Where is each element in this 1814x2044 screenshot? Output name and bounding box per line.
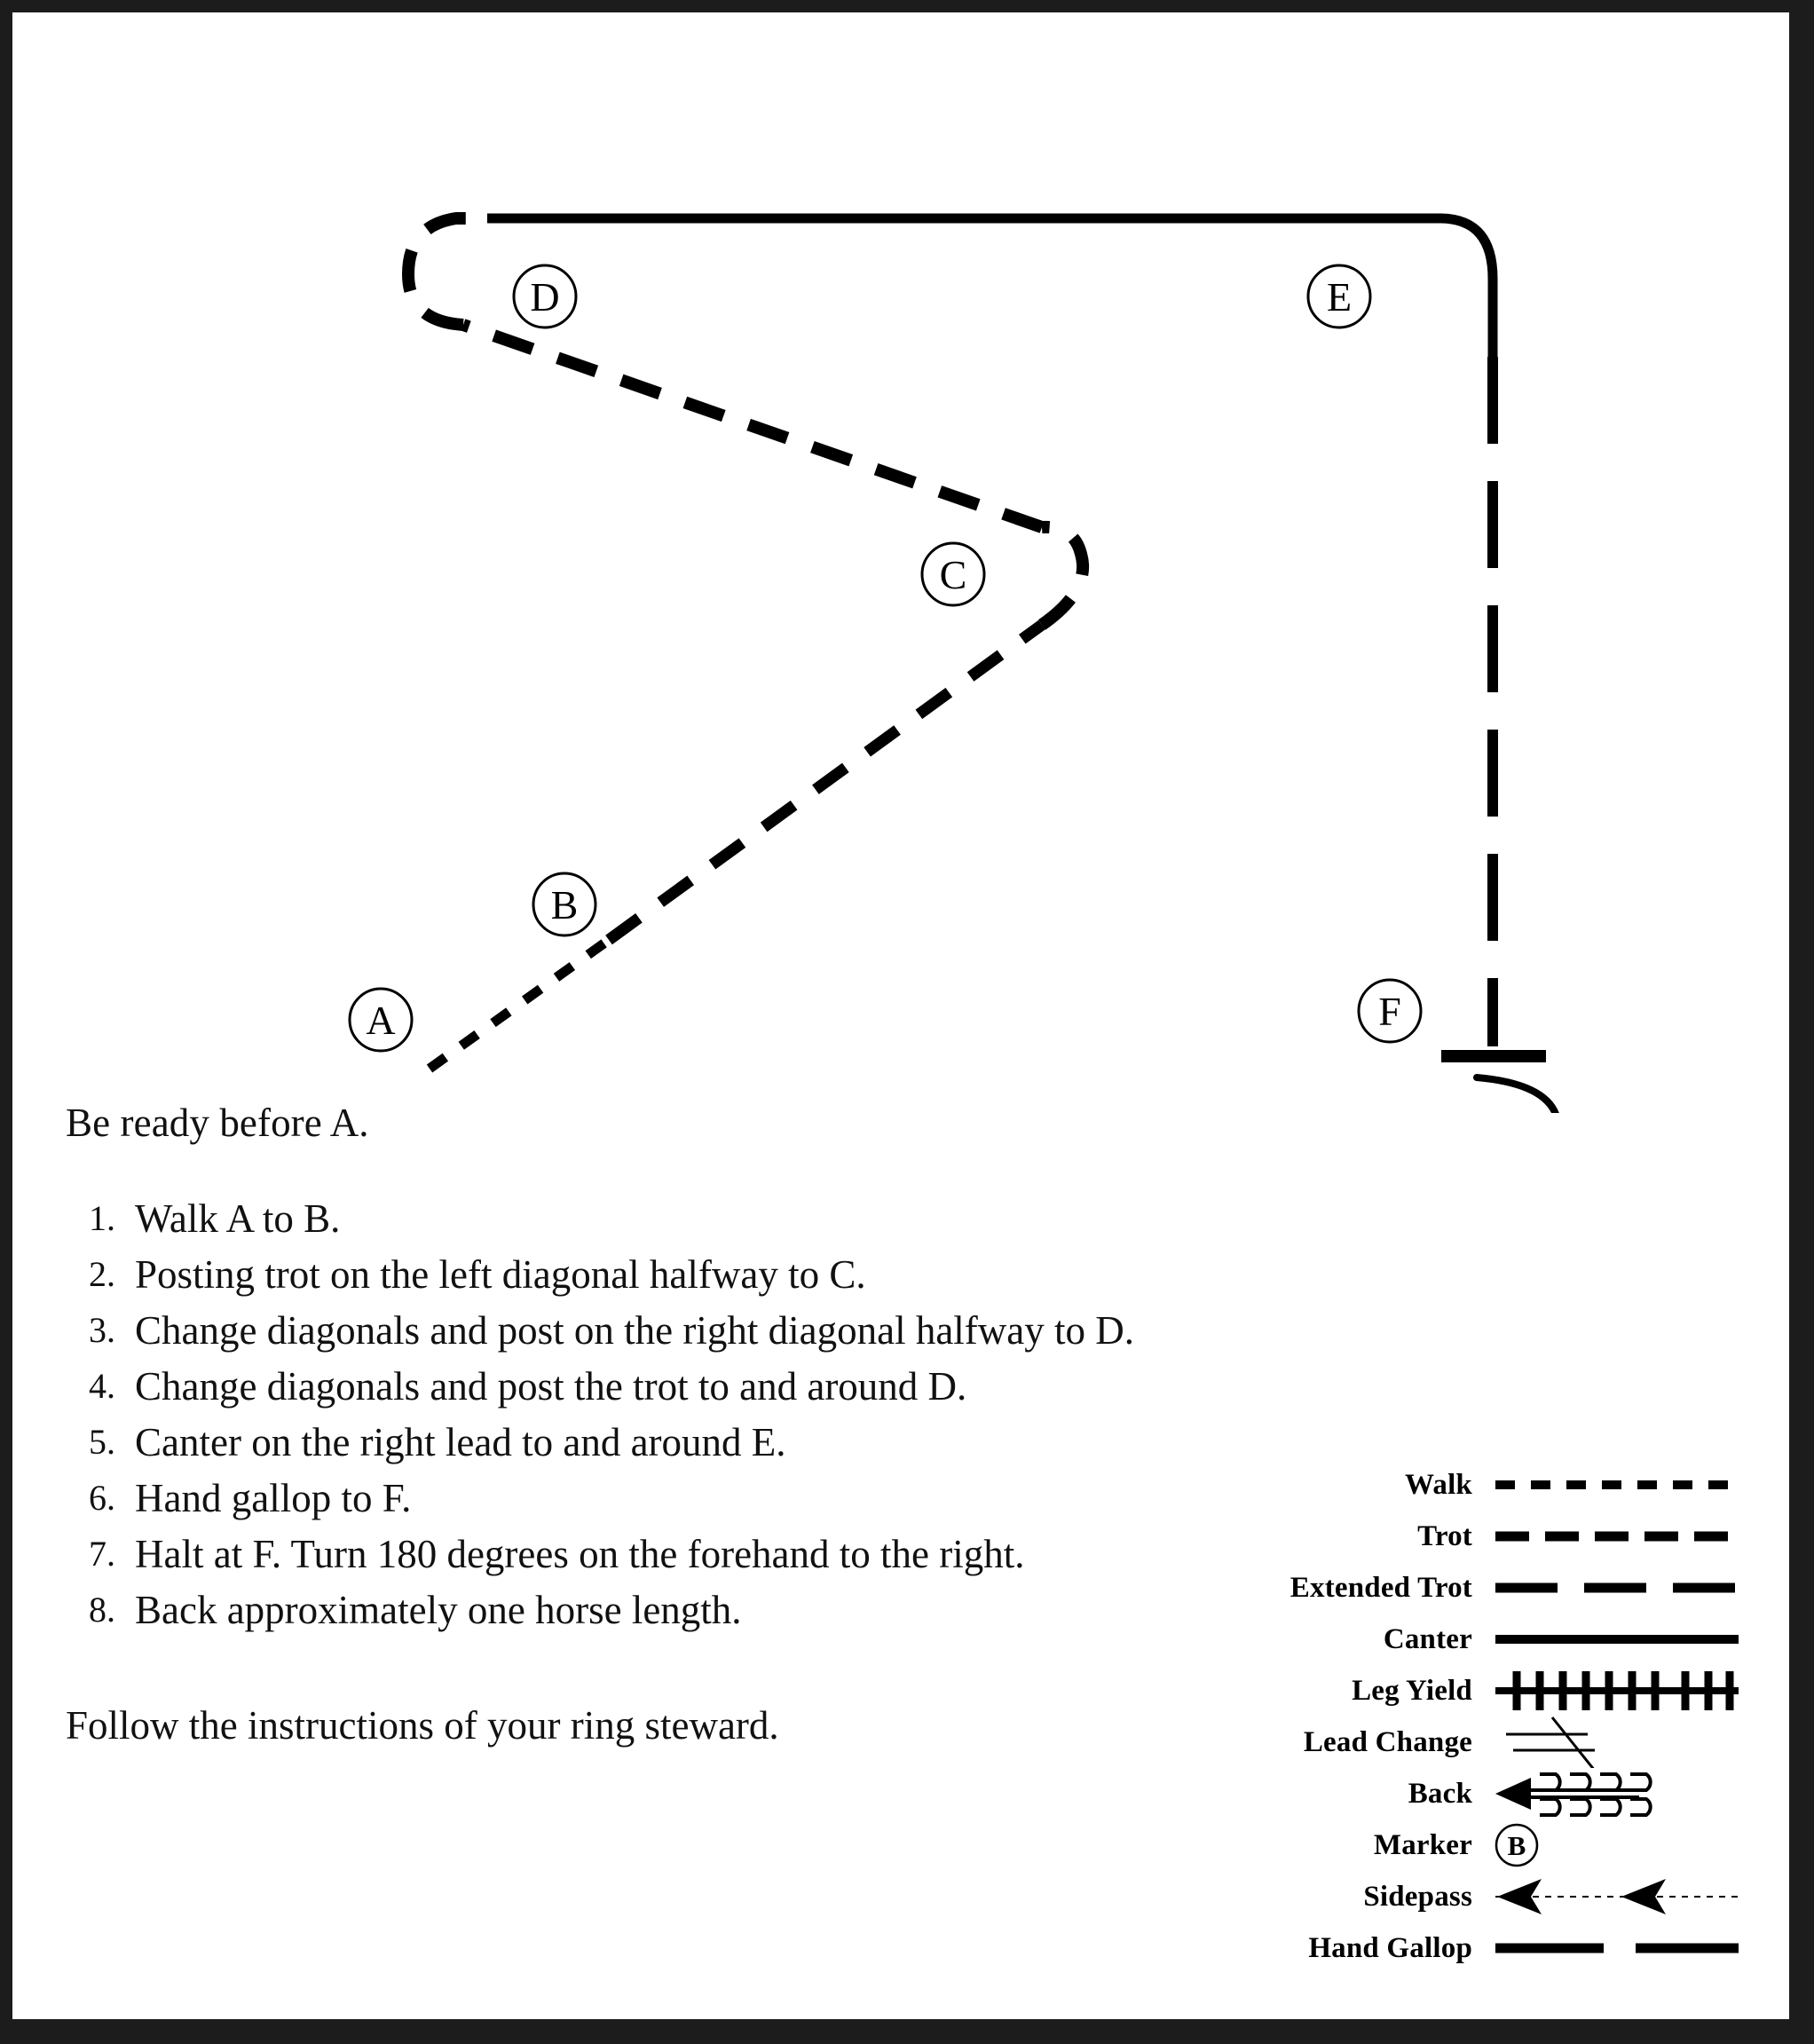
- instructions-block: Be ready before A. 1. Walk A to B. 2. Posti…: [66, 1097, 1148, 1751]
- step-item: 5. Canter on the right lead to and around…: [66, 1415, 1148, 1470]
- marker-f: F: [1357, 978, 1423, 1044]
- step-text: Walk A to B.: [135, 1196, 341, 1241]
- step-item: 8. Back approximately one horse length.: [66, 1582, 1148, 1638]
- marker-label: E: [1327, 274, 1352, 320]
- legend: Walk Trot Extended Trot Canter Leg Yield Lead…: [1237, 1459, 1770, 1974]
- canter-solid-icon: [1488, 1614, 1746, 1665]
- path-segment-trot-down: [461, 319, 1045, 533]
- pattern-diagram: A B C D E F: [12, 12, 1789, 1113]
- step-text: Halt at F. Turn 180 degrees on the foreh…: [135, 1532, 1025, 1576]
- legend-label: Walk: [1404, 1468, 1472, 1501]
- lead-change-slash-icon: [1488, 1716, 1746, 1768]
- step-number: 6.: [89, 1478, 115, 1518]
- legend-label: Extended Trot: [1290, 1571, 1472, 1604]
- legend-row-walk: Walk: [1237, 1459, 1770, 1511]
- step-text: Back approximately one horse length.: [135, 1588, 742, 1632]
- step-item: 2. Posting trot on the left diagonal half…: [66, 1247, 1148, 1302]
- step-item: 7. Halt at F. Turn 180 degrees on the for…: [66, 1527, 1148, 1582]
- marker-label: F: [1378, 989, 1401, 1034]
- path-segment-turn-d: [401, 212, 487, 331]
- path-segment-trot-up: [605, 620, 1045, 945]
- marker-c: C: [920, 541, 986, 607]
- marker-label: B: [551, 882, 579, 927]
- marker-a: A: [348, 987, 414, 1053]
- extended-trot-dash-icon: [1488, 1562, 1746, 1614]
- step-text: Change diagonals and post on the right d…: [135, 1308, 1135, 1353]
- trot-dash-icon: [1488, 1511, 1746, 1562]
- legend-label: Trot: [1417, 1519, 1472, 1552]
- legend-label: Marker: [1373, 1828, 1472, 1861]
- marker-b: B: [532, 872, 597, 937]
- step-text: Canter on the right lead to and around E…: [135, 1420, 786, 1464]
- legend-label: Sidepass: [1363, 1880, 1472, 1913]
- legend-row-back: Back: [1237, 1768, 1770, 1819]
- closing-line: Follow the instructions of your ring ste…: [66, 1703, 779, 1748]
- legend-row-trot: Trot: [1237, 1511, 1770, 1562]
- legend-row-hand-gallop: Hand Gallop: [1237, 1922, 1770, 1974]
- marker-e: E: [1306, 264, 1372, 329]
- step-number: 8.: [89, 1590, 115, 1630]
- sidepass-arrows-icon: [1488, 1871, 1746, 1922]
- legend-row-extended-trot: Extended Trot: [1237, 1562, 1770, 1614]
- step-number: 4.: [89, 1366, 115, 1406]
- legend-label: Hand Gallop: [1308, 1931, 1472, 1964]
- step-number: 2.: [89, 1254, 115, 1294]
- ready-line: Be ready before A.: [66, 1101, 369, 1145]
- legend-label: Canter: [1383, 1622, 1472, 1655]
- step-text: Hand gallop to F.: [135, 1476, 412, 1520]
- step-number: 3.: [89, 1310, 115, 1350]
- step-item: 4. Change diagonals and post the trot to …: [66, 1359, 1148, 1414]
- path-segment-walk: [426, 935, 612, 1073]
- marker-d: D: [512, 264, 578, 329]
- step-item: 6. Hand gallop to F.: [66, 1471, 1148, 1526]
- legend-row-canter: Canter: [1237, 1614, 1770, 1665]
- legend-row-lead-change: Lead Change: [1237, 1716, 1770, 1768]
- step-number: 7.: [89, 1534, 115, 1574]
- marker-circle-icon: B: [1488, 1819, 1746, 1871]
- legend-label: Lead Change: [1303, 1725, 1472, 1758]
- path-segment-turn-c: [1037, 520, 1090, 630]
- leg-yield-ticks-icon: [1488, 1665, 1746, 1716]
- marker-layer: A B C D E F: [348, 264, 1423, 1053]
- marker-label: D: [530, 274, 559, 320]
- marker-label: A: [366, 998, 395, 1043]
- hand-gallop-dash-icon: [1488, 1922, 1746, 1974]
- step-item: 3. Change diagonals and post on the right…: [66, 1303, 1148, 1358]
- step-number: 1.: [89, 1198, 115, 1238]
- turn-on-forehand-arrow: [1473, 1074, 1559, 1113]
- marker-label: C: [940, 552, 967, 597]
- step-number: 5.: [89, 1422, 115, 1462]
- legend-label: Leg Yield: [1352, 1674, 1472, 1707]
- legend-label: Back: [1408, 1777, 1472, 1810]
- back-arrow-icon: [1488, 1768, 1746, 1819]
- step-item: 1. Walk A to B.: [66, 1191, 1148, 1246]
- step-list: 1. Walk A to B. 2. Posting trot on the left…: [66, 1191, 1148, 1638]
- legend-marker-letter: B: [1508, 1830, 1526, 1861]
- legend-row-marker: Marker B: [1237, 1819, 1770, 1871]
- walk-dash-icon: [1488, 1459, 1746, 1511]
- pattern-sheet-page: A B C D E F Be ready before A. 1. Walk A to B.…: [12, 12, 1789, 2019]
- legend-row-sidepass: Sidepass: [1237, 1871, 1770, 1922]
- step-text: Posting trot on the left diagonal halfwa…: [135, 1252, 866, 1297]
- legend-row-leg-yield: Leg Yield: [1237, 1665, 1770, 1716]
- step-text: Change diagonals and post the trot to an…: [135, 1364, 967, 1409]
